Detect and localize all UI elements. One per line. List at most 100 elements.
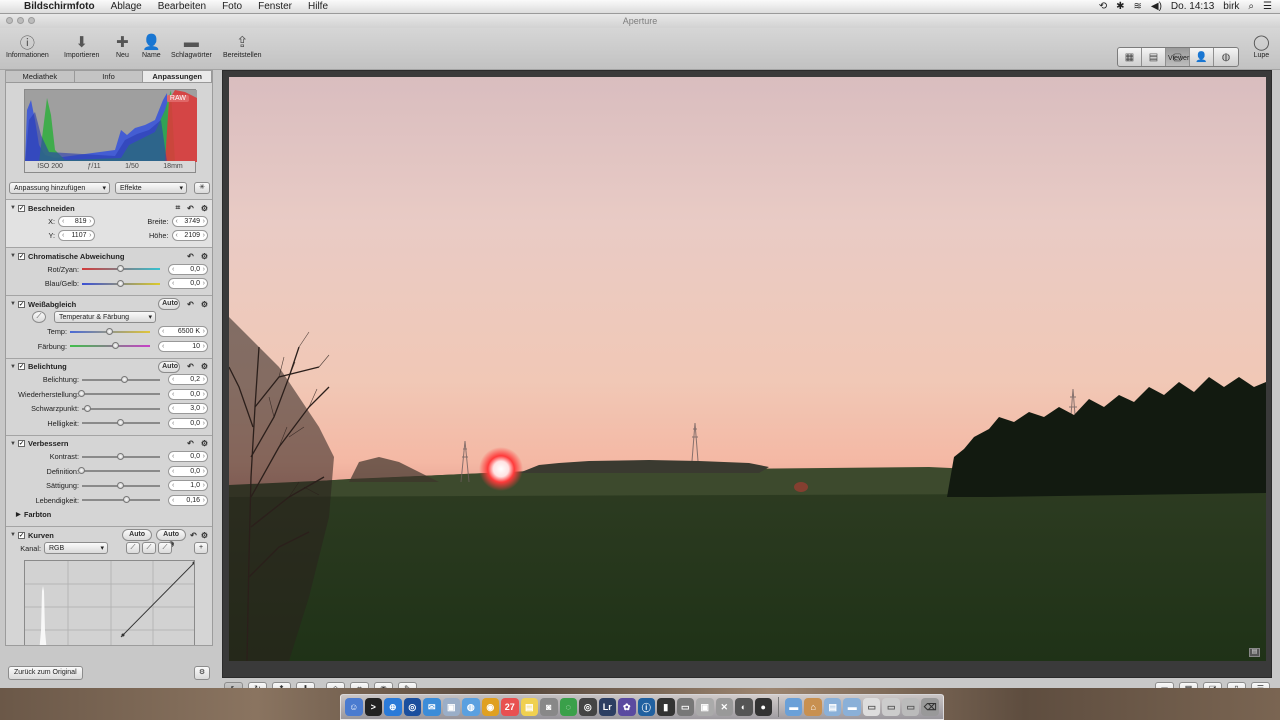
gear-icon[interactable]: ⚙: [194, 666, 210, 680]
slider-knob[interactable]: [78, 390, 85, 398]
bluetooth-icon[interactable]: ✱: [1116, 1, 1124, 12]
enable-checkbox[interactable]: ✓: [18, 204, 25, 212]
lightroom-icon[interactable]: Lr: [598, 698, 616, 716]
menu-fenster[interactable]: Fenster: [250, 1, 300, 12]
blue-yellow-field[interactable]: 0,0: [168, 278, 208, 290]
reset-icon[interactable]: ↶: [187, 300, 194, 309]
hue-section-label[interactable]: Farbton: [24, 510, 51, 519]
slider-knob[interactable]: [78, 467, 85, 475]
slider-knob[interactable]: [123, 496, 131, 504]
crop-icon[interactable]: ⌗: [176, 203, 181, 213]
slider-knob[interactable]: [117, 481, 124, 489]
photo-canvas[interactable]: ▤: [229, 77, 1266, 661]
file-stack-icon[interactable]: ▭: [901, 698, 920, 716]
mail-icon[interactable]: ✉: [423, 698, 441, 716]
reset-icon[interactable]: ↶: [187, 362, 194, 371]
app-icon[interactable]: ●: [754, 698, 772, 716]
red-cyan-slider[interactable]: [82, 265, 160, 273]
terminal-icon[interactable]: >: [364, 698, 382, 716]
app-icon[interactable]: ✕: [715, 698, 733, 716]
auto-button[interactable]: Auto: [158, 298, 181, 310]
minimize-button[interactable]: [17, 17, 24, 24]
aperture-icon[interactable]: ◎: [579, 698, 597, 716]
black-point-slider[interactable]: [82, 404, 160, 412]
file-stack-icon[interactable]: ▭: [882, 698, 900, 716]
saturation-slider[interactable]: [82, 481, 160, 489]
finder-icon[interactable]: ☺: [345, 698, 363, 716]
metadata-overlay-icon[interactable]: ▤: [1249, 648, 1260, 657]
disclosure-triangle-icon[interactable]: ▼: [10, 301, 18, 307]
enable-checkbox[interactable]: ✓: [18, 440, 25, 447]
black-point-eyedropper-icon[interactable]: ⟋: [126, 542, 140, 555]
new-button[interactable]: ✚ Neu: [116, 32, 129, 59]
share-button[interactable]: ⇪ Bereitstellen: [223, 32, 262, 59]
contrast-field[interactable]: 0,0: [168, 451, 208, 463]
reset-to-original-button[interactable]: Zurück zum Original: [8, 666, 83, 680]
loupe-button[interactable]: ◯ Lupe: [1253, 32, 1270, 59]
time-machine-icon[interactable]: ⟲: [1099, 1, 1107, 12]
brightness-field[interactable]: 0,0: [168, 417, 208, 429]
definition-slider[interactable]: [78, 467, 160, 475]
preview-icon[interactable]: ▣: [442, 698, 460, 716]
close-button[interactable]: [6, 17, 13, 24]
vibrancy-slider[interactable]: [82, 496, 160, 504]
quick-brush-icon[interactable]: ✳: [194, 182, 210, 194]
red-cyan-field[interactable]: 0,0: [168, 263, 208, 275]
auto-rgb-button[interactable]: Auto ◉: [156, 529, 187, 548]
width-field[interactable]: 3749: [171, 215, 208, 227]
height-field[interactable]: 2109: [171, 230, 208, 242]
disclosure-triangle-icon[interactable]: ▼: [10, 205, 18, 211]
channel-popup[interactable]: RGB: [44, 542, 108, 555]
definition-field[interactable]: 0,0: [168, 465, 208, 477]
reset-icon[interactable]: ↶: [187, 252, 194, 261]
tab-library[interactable]: Mediathek: [6, 71, 75, 82]
places-icon[interactable]: ◍: [1214, 48, 1238, 66]
slider-knob[interactable]: [117, 419, 124, 427]
downloads-folder-icon[interactable]: ▬: [843, 698, 861, 716]
faces-icon[interactable]: 👤: [1190, 48, 1214, 66]
temperature-slider[interactable]: [70, 327, 150, 335]
volume-icon[interactable]: ◀): [1151, 1, 1162, 12]
grid-view-icon[interactable]: ▦: [1118, 48, 1142, 66]
tab-adjustments[interactable]: Anpassungen: [143, 71, 212, 82]
disclosure-triangle-icon[interactable]: ▼: [10, 253, 18, 259]
info-button[interactable]: ⓘ Informationen: [6, 32, 49, 60]
applications-folder-icon[interactable]: ▬: [784, 698, 803, 716]
recovery-slider[interactable]: [78, 390, 160, 398]
slider-knob[interactable]: [106, 327, 113, 335]
reset-icon[interactable]: ↶: [187, 439, 194, 448]
app-icon[interactable]: ▭: [676, 698, 694, 716]
vibrancy-field[interactable]: 0,16: [168, 494, 208, 506]
slider-knob[interactable]: [120, 375, 128, 383]
zoom-button[interactable]: [28, 17, 35, 24]
menu-hilfe[interactable]: Hilfe: [300, 1, 336, 12]
tab-info[interactable]: Info: [75, 71, 144, 82]
gear-icon[interactable]: ⚙: [201, 362, 208, 371]
network-icon[interactable]: ◍: [462, 698, 480, 716]
calendar-icon[interactable]: 27: [501, 698, 519, 716]
reset-icon[interactable]: ↶: [190, 531, 197, 540]
documents-folder-icon[interactable]: ▤: [823, 698, 842, 716]
safari-icon[interactable]: ⊕: [384, 698, 402, 716]
gray-point-eyedropper-icon[interactable]: ⟋: [142, 542, 156, 555]
spotlight-icon[interactable]: ⌕: [1248, 1, 1254, 12]
clock[interactable]: Do. 14:13: [1171, 1, 1214, 12]
file-stack-icon[interactable]: ▭: [862, 698, 881, 716]
temperature-field[interactable]: 6500 K: [158, 326, 208, 338]
menu-ablage[interactable]: Ablage: [103, 1, 150, 12]
eyedropper-icon[interactable]: ⟋: [32, 311, 46, 324]
gear-icon[interactable]: ⚙: [201, 252, 208, 261]
disclosure-triangle-icon[interactable]: ▼: [10, 532, 18, 538]
system-info-icon[interactable]: ⓘ: [637, 698, 655, 716]
messages-icon[interactable]: ◌: [559, 698, 577, 716]
menu-foto[interactable]: Foto: [214, 1, 250, 12]
tint-field[interactable]: 10: [158, 340, 208, 352]
import-button[interactable]: ⬇ Importieren: [64, 32, 99, 59]
name-button[interactable]: 👤 Name: [142, 32, 161, 59]
y-field[interactable]: 1107: [58, 230, 95, 242]
slider-knob[interactable]: [117, 265, 124, 273]
effects-popup[interactable]: Effekte: [115, 182, 187, 194]
recovery-field[interactable]: 0,0: [168, 388, 208, 400]
menu-bearbeiten[interactable]: Bearbeiten: [150, 1, 214, 12]
home-folder-icon[interactable]: ⌂: [804, 698, 822, 716]
